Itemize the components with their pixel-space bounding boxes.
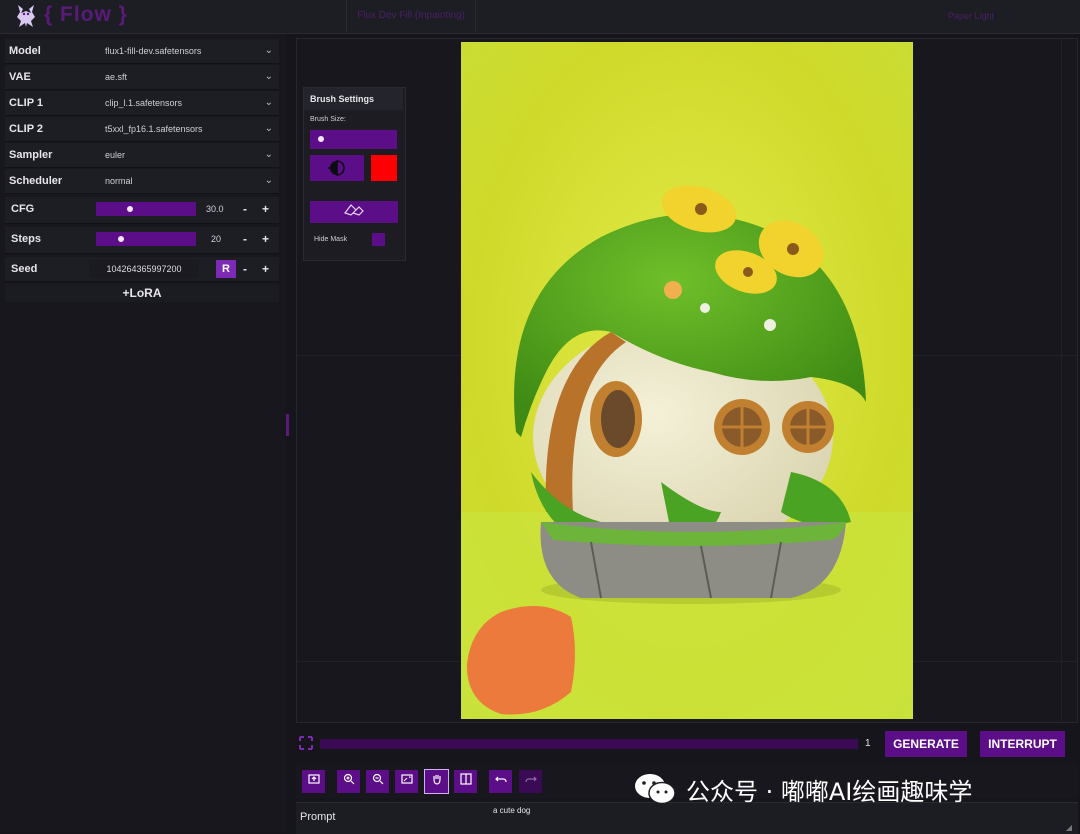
sampler-label: Sampler	[9, 149, 53, 161]
chevron-down-icon: ⌄	[264, 45, 273, 56]
settings-panel: Model flux1-fill-dev.safetensors ⌄ VAE a…	[0, 34, 286, 833]
app-logo-text: { Flow }	[44, 3, 128, 26]
chevron-down-icon: ⌄	[264, 71, 273, 82]
steps-slider-knob[interactable]	[118, 236, 124, 242]
logo-icon	[17, 5, 35, 27]
seed-decrement-button[interactable]: -	[243, 257, 247, 281]
chevron-down-icon: ⌄	[264, 149, 273, 160]
scheduler-value: normal	[105, 176, 133, 186]
batch-count: 1	[865, 738, 871, 749]
theme-selector[interactable]: Paper Light	[948, 0, 994, 32]
wechat-icon	[635, 774, 676, 805]
zoom-out-icon	[372, 773, 383, 785]
fit-screen-button[interactable]	[395, 770, 418, 793]
steps-slider[interactable]	[96, 232, 196, 246]
seed-row: Seed 104264365997200 R - +	[5, 257, 279, 282]
pan-button[interactable]	[424, 769, 449, 794]
model-value: flux1-fill-dev.safetensors	[105, 46, 202, 56]
chevron-down-icon: ⌄	[264, 97, 273, 108]
brush-settings-title[interactable]: Brush Settings	[304, 88, 403, 110]
model-select[interactable]: Model flux1-fill-dev.safetensors ⌄	[5, 39, 279, 64]
brush-size-label: Brush Size:	[310, 116, 346, 123]
eraser-icon	[344, 204, 364, 216]
upload-button[interactable]	[302, 770, 325, 793]
vae-label: VAE	[9, 71, 31, 83]
steps-value: 20	[211, 234, 222, 244]
chevron-down-icon: ⌄	[264, 123, 273, 134]
steps-label: Steps	[11, 233, 41, 245]
seed-increment-button[interactable]: +	[262, 257, 269, 281]
mushroom-house-image	[461, 42, 913, 719]
clip2-value: t5xxl_fp16.1.safetensors	[105, 124, 203, 134]
zoom-out-button[interactable]	[366, 770, 389, 793]
generate-button[interactable]: GENERATE	[885, 731, 967, 757]
add-lora-button[interactable]: +LoRA	[5, 284, 279, 302]
clip1-label: CLIP 1	[9, 97, 44, 109]
cfg-value: 30.0	[206, 204, 224, 214]
cfg-decrement-button[interactable]: -	[243, 197, 247, 221]
seed-label: Seed	[11, 263, 38, 275]
resize-grip-icon[interactable]: ◢	[1066, 823, 1072, 832]
zoom-in-button[interactable]	[337, 770, 360, 793]
spinner-icon	[299, 736, 313, 750]
upload-icon	[307, 774, 320, 784]
zoom-in-icon	[343, 773, 354, 785]
brush-settings-panel: Brush Settings Brush Size: Hide Mask	[303, 87, 406, 261]
steps-increment-button[interactable]: +	[262, 227, 269, 251]
watermark-text: 公众号 · 嘟嘟AI绘画趣味学	[686, 777, 973, 806]
steps-row: Steps 20 - +	[5, 227, 279, 254]
brush-size-knob[interactable]	[318, 136, 324, 142]
cfg-label: CFG	[11, 203, 35, 215]
scheduler-select[interactable]: Scheduler normal ⌄	[5, 169, 279, 194]
sampler-select[interactable]: Sampler euler ⌄	[5, 143, 279, 168]
fit-screen-icon	[400, 774, 413, 784]
pan-hand-icon	[432, 775, 441, 785]
cfg-slider-knob[interactable]	[127, 206, 133, 212]
canvas-area[interactable]	[296, 38, 1078, 723]
vae-value: ae.sft	[105, 72, 128, 82]
redo-button[interactable]	[519, 770, 542, 793]
eraser-button[interactable]	[310, 201, 398, 223]
clip2-select[interactable]: CLIP 2 t5xxl_fp16.1.safetensors ⌄	[5, 117, 279, 142]
panel-resize-handle[interactable]	[286, 414, 289, 436]
clip1-value: clip_l.1.safetensors	[105, 98, 183, 108]
redo-icon	[524, 776, 537, 783]
random-seed-button[interactable]: R	[216, 260, 236, 278]
sampler-value: euler	[105, 150, 126, 160]
model-label: Model	[9, 45, 41, 57]
progress-bar	[320, 739, 858, 749]
steps-decrement-button[interactable]: -	[243, 227, 247, 251]
cfg-slider[interactable]	[96, 202, 196, 216]
prompt-label: Prompt	[300, 811, 336, 823]
hide-mask-checkbox[interactable]	[372, 233, 385, 246]
cfg-row: CFG 30.0 - +	[5, 197, 279, 224]
hide-mask-label: Hide Mask	[314, 236, 348, 243]
seed-input[interactable]: 104264365997200	[89, 260, 199, 278]
undo-button[interactable]	[489, 770, 512, 793]
brush-size-slider[interactable]	[310, 130, 397, 149]
undo-icon	[494, 776, 507, 783]
workflow-name[interactable]: Flux Dev Fill (Inpainting)	[346, 0, 476, 32]
compare-icon	[459, 773, 472, 785]
progress-row: 1 GENERATE INTERRUPT	[296, 730, 1078, 758]
brush-color-swatch[interactable]	[371, 155, 397, 181]
clip2-label: CLIP 2	[9, 123, 44, 135]
canvas-grid-line	[1061, 39, 1062, 722]
brush-mode-icon	[328, 160, 345, 176]
chevron-down-icon: ⌄	[264, 175, 273, 186]
clip1-select[interactable]: CLIP 1 clip_l.1.safetensors ⌄	[5, 91, 279, 116]
top-bar: { Flow } Flux Dev Fill (Inpainting) Pape…	[0, 0, 1080, 34]
prompt-input[interactable]: a cute dog	[493, 806, 530, 815]
scheduler-label: Scheduler	[9, 175, 63, 187]
cfg-increment-button[interactable]: +	[262, 197, 269, 221]
source-image[interactable]	[461, 42, 913, 719]
brush-mode-toggle[interactable]	[310, 155, 364, 181]
watermark: 公众号 · 嘟嘟AI绘画趣味学	[632, 770, 972, 808]
vae-select[interactable]: VAE ae.sft ⌄	[5, 65, 279, 90]
interrupt-button[interactable]: INTERRUPT	[980, 731, 1065, 757]
compare-button[interactable]	[454, 770, 477, 793]
